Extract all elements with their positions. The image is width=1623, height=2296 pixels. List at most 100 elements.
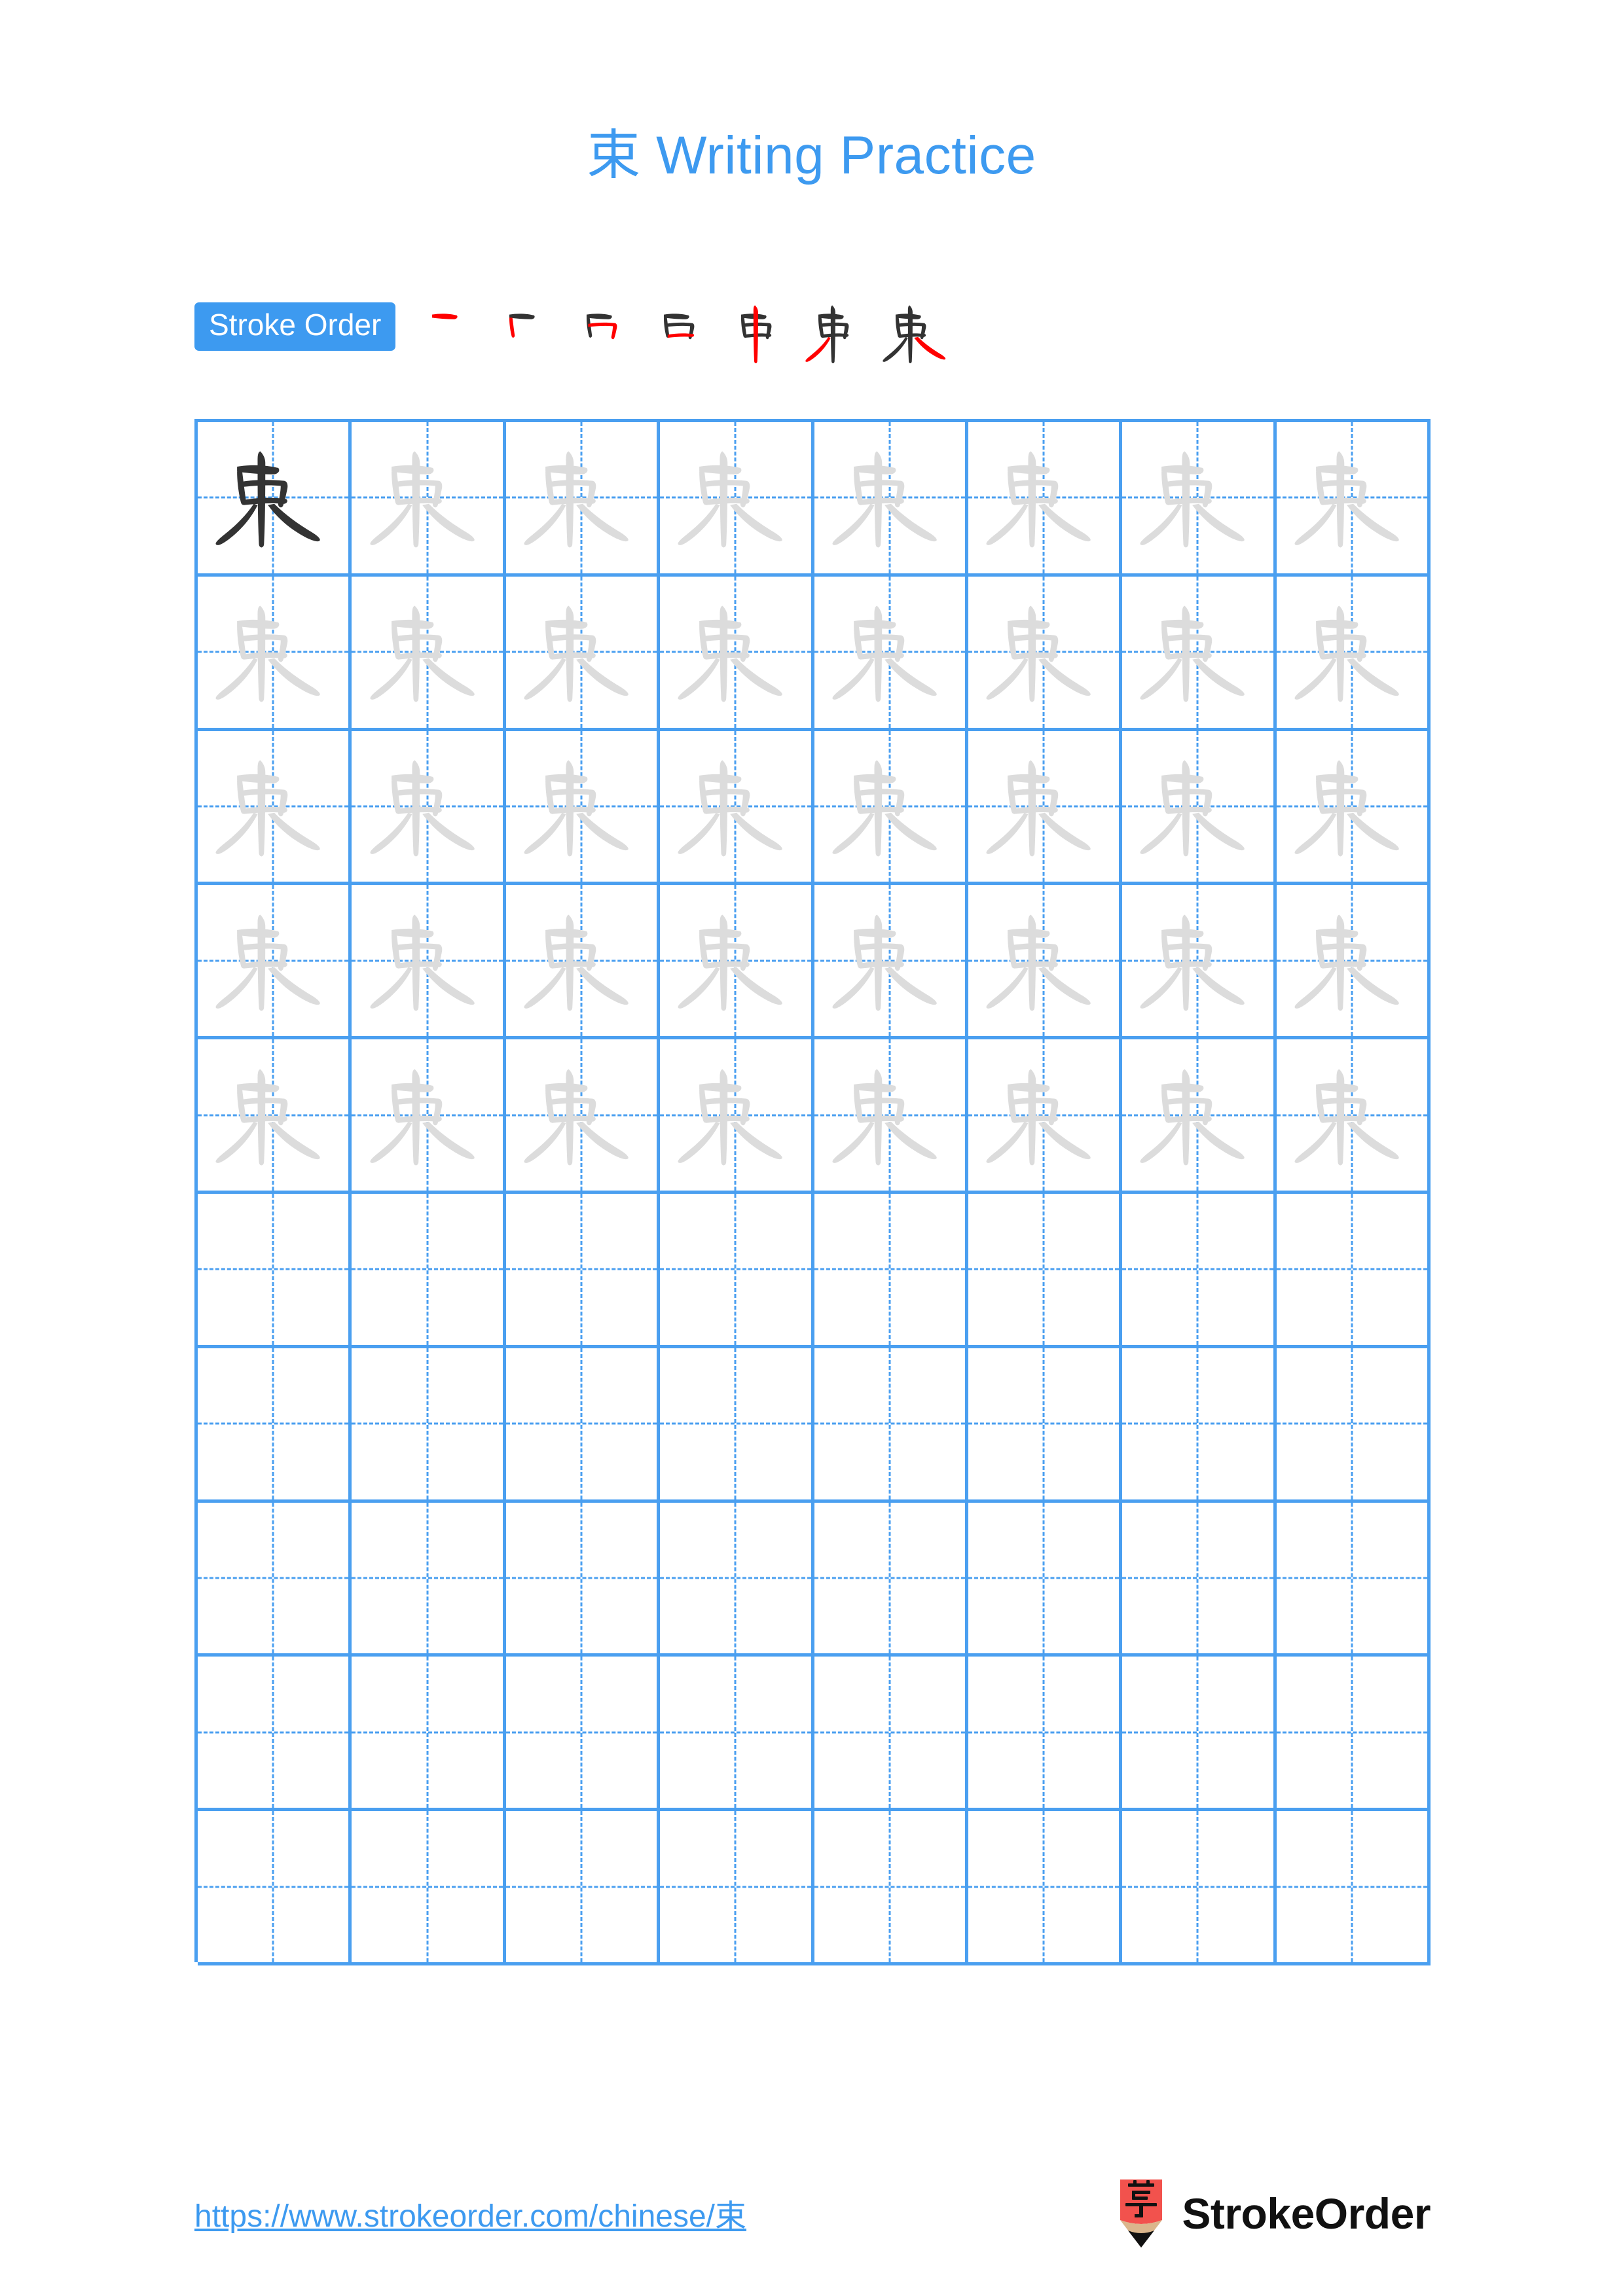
practice-cell[interactable] (198, 730, 352, 886)
practice-cell[interactable] (352, 1657, 506, 1812)
practice-cell[interactable] (352, 1502, 506, 1657)
trace-character (660, 1039, 811, 1191)
practice-cell[interactable] (198, 1039, 352, 1194)
practice-cell[interactable] (1276, 1039, 1431, 1194)
practice-cell[interactable] (968, 730, 1123, 886)
practice-cell[interactable] (660, 1811, 814, 1965)
practice-cell[interactable] (505, 1502, 661, 1657)
practice-cell[interactable] (660, 1039, 814, 1194)
practice-cell[interactable] (505, 1657, 661, 1812)
practice-cell[interactable] (1122, 576, 1277, 731)
practice-cell[interactable] (198, 576, 352, 731)
practice-cell[interactable] (968, 1502, 1123, 1657)
practice-cell[interactable] (352, 1348, 506, 1503)
practice-cell[interactable] (814, 422, 968, 577)
practice-cell[interactable] (352, 885, 506, 1040)
trace-character (506, 885, 657, 1036)
stroke-step-3 (570, 295, 647, 372)
practice-cell[interactable] (505, 1348, 661, 1503)
practice-cell[interactable] (1122, 730, 1277, 886)
practice-cell[interactable] (352, 1193, 506, 1348)
practice-cell[interactable] (1276, 1657, 1431, 1812)
practice-cell[interactable] (198, 1348, 352, 1503)
practice-cell[interactable] (1276, 422, 1431, 577)
practice-cell[interactable] (198, 1193, 352, 1348)
practice-cell[interactable] (968, 1348, 1123, 1503)
brand-logo[interactable]: StrokeOrder (1116, 2179, 1431, 2248)
practice-cell[interactable] (660, 576, 814, 731)
practice-cell[interactable] (352, 1039, 506, 1194)
practice-cell[interactable] (1122, 422, 1277, 577)
footer-url-link[interactable]: https://www.strokeorder.com/chinese/束 (194, 2190, 746, 2236)
practice-cell[interactable] (968, 1811, 1123, 1965)
practice-cell[interactable] (814, 1657, 968, 1812)
practice-cell[interactable] (505, 422, 661, 577)
practice-cell[interactable] (814, 1193, 968, 1348)
practice-cell[interactable] (1122, 1811, 1277, 1965)
trace-character (198, 731, 348, 882)
practice-cell[interactable] (660, 422, 814, 577)
practice-cell[interactable] (505, 885, 661, 1040)
practice-cell[interactable] (968, 885, 1123, 1040)
practice-cell[interactable] (660, 730, 814, 886)
practice-cell[interactable] (198, 1502, 352, 1657)
practice-cell[interactable] (814, 1348, 968, 1503)
trace-character (352, 885, 502, 1036)
practice-cell[interactable] (352, 730, 506, 886)
practice-cell[interactable] (968, 1193, 1123, 1348)
practice-cell[interactable] (1122, 1039, 1277, 1194)
practice-row (198, 1039, 1431, 1194)
trace-character (1122, 731, 1273, 882)
trace-character (968, 1039, 1119, 1191)
practice-cell[interactable] (1122, 885, 1277, 1040)
practice-cell[interactable] (968, 1039, 1123, 1194)
practice-cell[interactable] (814, 885, 968, 1040)
practice-cell[interactable] (968, 1657, 1123, 1812)
practice-cell[interactable] (814, 730, 968, 886)
practice-cell[interactable] (1276, 885, 1431, 1040)
trace-character (1122, 577, 1273, 728)
practice-cell[interactable] (198, 885, 352, 1040)
page-title-text: Writing Practice (640, 126, 1036, 185)
practice-cell[interactable] (660, 1657, 814, 1812)
practice-cell[interactable] (505, 1193, 661, 1348)
practice-cell[interactable] (660, 1502, 814, 1657)
practice-cell[interactable] (505, 576, 661, 731)
practice-cell[interactable] (505, 1811, 661, 1965)
practice-cell[interactable] (1122, 1502, 1277, 1657)
practice-row (198, 1193, 1431, 1348)
trace-character (660, 885, 811, 1036)
practice-cell[interactable] (968, 576, 1123, 731)
practice-cell[interactable] (1276, 1502, 1431, 1657)
practice-cell[interactable] (660, 1348, 814, 1503)
practice-cell[interactable] (505, 1039, 661, 1194)
practice-cell[interactable] (814, 1811, 968, 1965)
practice-cell[interactable] (1276, 1348, 1431, 1503)
practice-cell[interactable] (660, 1193, 814, 1348)
practice-cell[interactable] (814, 1039, 968, 1194)
practice-cell[interactable] (1276, 1811, 1431, 1965)
practice-cell[interactable] (1122, 1193, 1277, 1348)
practice-cell[interactable] (1276, 576, 1431, 731)
practice-cell[interactable] (198, 422, 352, 577)
practice-cell[interactable] (1276, 1193, 1431, 1348)
practice-cell[interactable] (198, 1657, 352, 1812)
practice-cell[interactable] (352, 1811, 506, 1965)
practice-cell[interactable] (198, 1811, 352, 1965)
practice-grid (194, 419, 1431, 1965)
practice-cell[interactable] (1122, 1657, 1277, 1812)
practice-cell[interactable] (968, 422, 1123, 577)
practice-cell[interactable] (352, 576, 506, 731)
practice-cell[interactable] (1122, 1348, 1277, 1503)
practice-cell[interactable] (352, 422, 506, 577)
stroke-step-5 (724, 295, 801, 372)
practice-cell[interactable] (814, 1502, 968, 1657)
practice-cell[interactable] (660, 885, 814, 1040)
practice-row (198, 422, 1431, 577)
trace-character (198, 885, 348, 1036)
practice-cell[interactable] (505, 730, 661, 886)
footer: https://www.strokeorder.com/chinese/束 St… (0, 2179, 1623, 2258)
practice-cell[interactable] (814, 576, 968, 731)
trace-character (968, 731, 1119, 882)
practice-cell[interactable] (1276, 730, 1431, 886)
